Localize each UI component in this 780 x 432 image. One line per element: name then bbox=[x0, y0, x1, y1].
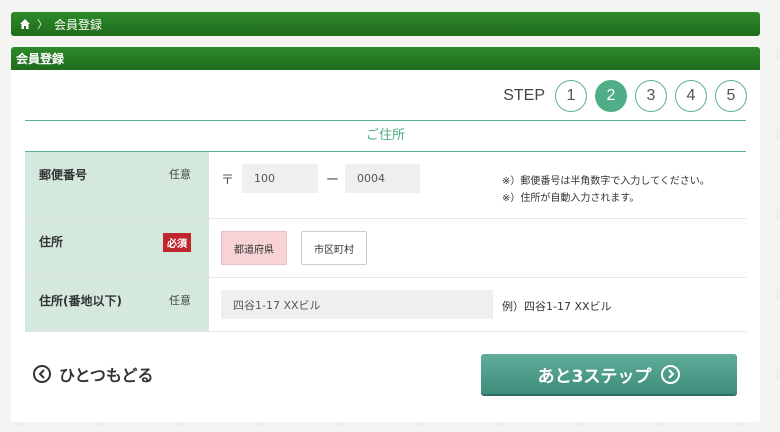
postal-field-cell: 〒 100 ー 0004 ※）郵便番号は半角数字で入力してください。 ※）住所が… bbox=[209, 152, 746, 218]
zip-second-input[interactable]: 0004 bbox=[345, 164, 421, 193]
breadcrumb-current: 会員登録 bbox=[54, 17, 103, 32]
postal-note: ※）郵便番号は半角数字で入力してください。 ※）住所が自動入力されます。 bbox=[502, 173, 710, 207]
back-label: ひとつもどる bbox=[59, 366, 154, 385]
street-example: 例）四谷1-17 XXビル bbox=[502, 300, 612, 313]
street-label-cell: 住所(番地以下) 任意 bbox=[25, 278, 209, 331]
prefecture-select[interactable]: 都道府県 bbox=[221, 231, 287, 265]
section-title: ご住所 bbox=[25, 120, 746, 152]
postal-note-line2: ※）住所が自動入力されます。 bbox=[502, 193, 640, 204]
chevron-right-circle-icon bbox=[661, 364, 681, 384]
breadcrumb: 〉 会員登録 bbox=[11, 12, 760, 36]
step-1: 1 bbox=[555, 80, 587, 112]
registration-panel: 会員登録 STEP 1 2 3 4 5 ご住所 郵便番号 任意 〒 100 ー … bbox=[11, 47, 760, 422]
required-badge: 必須 bbox=[163, 233, 191, 252]
zip-first-input[interactable]: 100 bbox=[242, 164, 319, 193]
step-2-active: 2 bbox=[595, 80, 627, 112]
chevron-left-circle-icon bbox=[33, 365, 51, 383]
next-step-button[interactable]: あと3ステップ bbox=[481, 354, 737, 394]
address-label-cell: 住所 必須 bbox=[25, 219, 209, 277]
home-icon[interactable] bbox=[19, 18, 31, 30]
address-form: 郵便番号 任意 〒 100 ー 0004 ※）郵便番号は半角数字で入力してくださ… bbox=[25, 152, 746, 332]
street-label: 住所(番地以下) bbox=[39, 294, 122, 308]
postal-label-cell: 郵便番号 任意 bbox=[25, 152, 209, 218]
step-3: 3 bbox=[635, 80, 667, 112]
address-label: 住所 bbox=[39, 235, 64, 249]
city-select[interactable]: 市区町村 bbox=[301, 231, 367, 265]
step-5: 5 bbox=[715, 80, 747, 112]
next-label: あと3ステップ bbox=[537, 366, 652, 387]
step-indicator: STEP 1 2 3 4 5 bbox=[503, 80, 747, 112]
zip-dash: ー bbox=[326, 173, 340, 188]
postal-label: 郵便番号 bbox=[39, 168, 88, 182]
optional-badge: 任意 bbox=[169, 168, 191, 181]
step-4: 4 bbox=[675, 80, 707, 112]
back-button[interactable]: ひとつもどる bbox=[33, 362, 154, 386]
postal-mark: 〒 bbox=[221, 173, 235, 188]
address-field-cell: 都道府県 市区町村 bbox=[209, 219, 746, 277]
step-label: STEP bbox=[503, 87, 545, 104]
street-field-cell: 四谷1-17 XXビル 例）四谷1-17 XXビル bbox=[209, 278, 746, 331]
postal-note-line1: ※）郵便番号は半角数字で入力してください。 bbox=[502, 176, 710, 187]
address-row: 住所 必須 都道府県 市区町村 bbox=[25, 219, 746, 278]
street-input[interactable]: 四谷1-17 XXビル bbox=[221, 290, 493, 319]
postal-row: 郵便番号 任意 〒 100 ー 0004 ※）郵便番号は半角数字で入力してくださ… bbox=[25, 152, 746, 219]
street-row: 住所(番地以下) 任意 四谷1-17 XXビル 例）四谷1-17 XXビル bbox=[25, 278, 746, 332]
breadcrumb-separator: 〉 bbox=[37, 18, 48, 31]
panel-title: 会員登録 bbox=[11, 47, 760, 70]
optional-badge: 任意 bbox=[169, 294, 191, 307]
